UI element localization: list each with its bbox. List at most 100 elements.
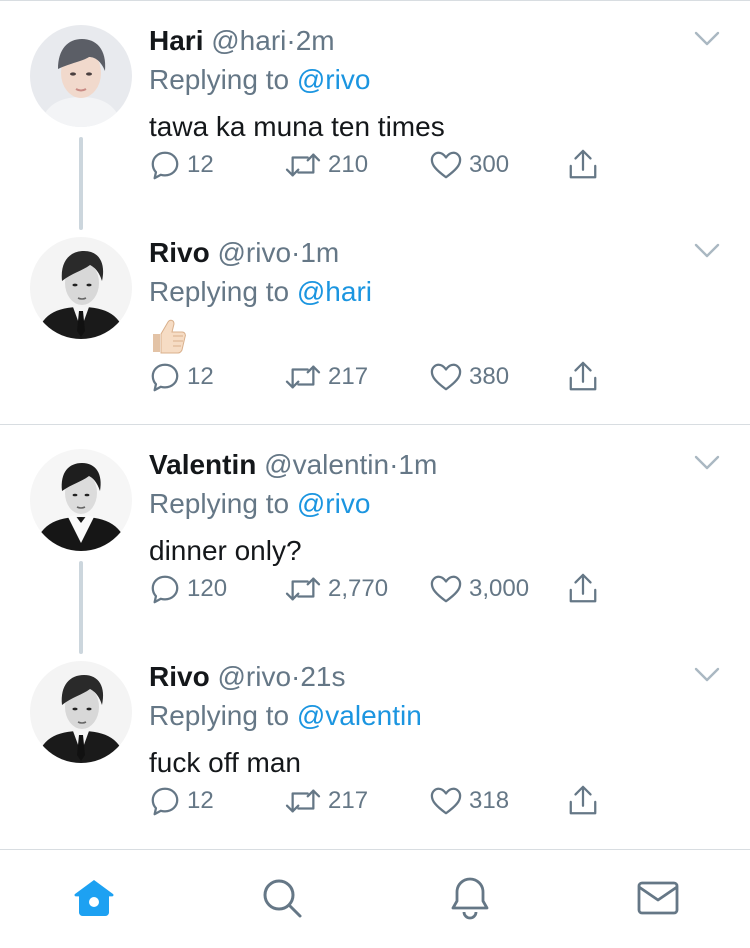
retweet-button[interactable]: 2,770 (284, 569, 388, 609)
share-button[interactable] (567, 357, 599, 397)
user-handle[interactable]: @valentin (264, 449, 389, 480)
replying-label: Replying to (149, 64, 290, 95)
thumbs-up-emoji-icon (153, 319, 186, 354)
tweet-header: Rivo @rivo·21s (149, 660, 346, 694)
tab-notifications[interactable] (446, 874, 494, 922)
tweet-text: dinner only? (149, 535, 302, 566)
retweet-button[interactable]: 217 (284, 357, 368, 397)
reply-count: 12 (187, 151, 214, 178)
tweet-header: Hari @hari·2m (149, 24, 335, 58)
mention-link[interactable]: @rivo (297, 64, 371, 95)
mention-link[interactable]: @valentin (297, 700, 422, 731)
reply-count: 120 (187, 575, 228, 602)
retweet-icon (284, 785, 322, 817)
tab-home[interactable] (70, 874, 118, 922)
avatar[interactable] (30, 25, 132, 127)
user-handle[interactable]: @hari (211, 25, 286, 56)
share-icon (567, 149, 599, 181)
reply-count: 12 (187, 363, 214, 390)
retweet-icon (284, 573, 322, 605)
share-icon (567, 573, 599, 605)
retweet-count: 2,770 (328, 575, 389, 602)
tab-messages[interactable] (634, 874, 682, 922)
like-button[interactable]: 300 (429, 145, 509, 185)
user-handle[interactable]: @rivo (217, 661, 291, 692)
tweet[interactable]: Rivo @rivo·1m Replying to @hari 12 217 3… (0, 212, 750, 424)
tweet-text: tawa ka muna ten times (149, 111, 445, 142)
tweet-text: fuck off man (149, 747, 302, 778)
tab-search[interactable] (258, 874, 306, 922)
replying-to: Replying to @rivo (149, 63, 370, 97)
reply-button[interactable]: 12 (149, 145, 214, 185)
share-icon (567, 361, 599, 393)
mention-link[interactable]: @rivo (297, 488, 371, 519)
like-button[interactable]: 318 (429, 781, 509, 821)
reply-button[interactable]: 12 (149, 781, 214, 821)
reply-count: 12 (187, 787, 214, 814)
tweet[interactable]: Valentin @valentin·1m Replying to @rivo … (0, 424, 750, 654)
replying-to: Replying to @rivo (149, 487, 370, 521)
display-name[interactable]: Rivo (149, 661, 210, 692)
timestamp[interactable]: 1m (300, 237, 339, 268)
tweet[interactable]: Hari @hari·2m Replying to @rivo tawa ka … (0, 0, 750, 230)
search-icon (263, 879, 302, 918)
reply-button[interactable]: 12 (149, 357, 214, 397)
replying-to: Replying to @hari (149, 275, 372, 309)
user-handle[interactable]: @rivo (217, 237, 291, 268)
retweet-button[interactable]: 210 (284, 145, 368, 185)
avatar[interactable] (30, 237, 132, 339)
tweet[interactable]: Rivo @rivo·21s Replying to @valentin fuc… (0, 636, 750, 848)
bell-icon (451, 877, 489, 920)
replying-label: Replying to (149, 700, 290, 731)
retweet-icon (284, 149, 322, 181)
like-count: 3,000 (469, 575, 530, 602)
replying-label: Replying to (149, 488, 290, 519)
reply-icon (149, 573, 181, 605)
retweet-count: 217 (328, 363, 369, 390)
mention-link[interactable]: @hari (297, 276, 372, 307)
tweet-actions: 12 217 380 (149, 357, 619, 397)
replying-to: Replying to @valentin (149, 699, 422, 733)
chevron-down-icon[interactable] (694, 454, 720, 472)
like-count: 300 (469, 151, 510, 178)
avatar[interactable] (30, 661, 132, 763)
reply-button[interactable]: 120 (149, 569, 227, 609)
chevron-down-icon[interactable] (694, 30, 720, 48)
timestamp[interactable]: 21s (300, 661, 345, 692)
tweet-header: Valentin @valentin·1m (149, 448, 437, 482)
replying-label: Replying to (149, 276, 290, 307)
display-name[interactable]: Rivo (149, 237, 210, 268)
reply-icon (149, 785, 181, 817)
timestamp[interactable]: 1m (398, 449, 437, 480)
retweet-button[interactable]: 217 (284, 781, 368, 821)
share-button[interactable] (567, 145, 599, 185)
reply-icon (149, 361, 181, 393)
like-button[interactable]: 380 (429, 357, 509, 397)
reply-icon (149, 149, 181, 181)
separator-dot: · (286, 25, 296, 56)
like-count: 318 (469, 787, 510, 814)
like-count: 380 (469, 363, 510, 390)
share-button[interactable] (567, 569, 599, 609)
heart-icon (429, 149, 463, 181)
heart-icon (429, 573, 463, 605)
retweet-count: 210 (328, 151, 369, 178)
tweet-header: Rivo @rivo·1m (149, 236, 339, 270)
heart-icon (429, 785, 463, 817)
mail-icon (637, 881, 679, 915)
share-icon (567, 785, 599, 817)
like-button[interactable]: 3,000 (429, 569, 529, 609)
avatar[interactable] (30, 449, 132, 551)
separator-dot: · (291, 661, 301, 692)
display-name[interactable]: Hari (149, 25, 203, 56)
share-button[interactable] (567, 781, 599, 821)
tweet-actions: 12 217 318 (149, 781, 619, 821)
tweet-actions: 12 210 300 (149, 145, 619, 185)
chevron-down-icon[interactable] (694, 666, 720, 684)
home-icon (74, 880, 114, 916)
timestamp[interactable]: 2m (296, 25, 335, 56)
chevron-down-icon[interactable] (694, 242, 720, 260)
retweet-icon (284, 361, 322, 393)
bottom-tab-bar (0, 849, 750, 948)
display-name[interactable]: Valentin (149, 449, 256, 480)
